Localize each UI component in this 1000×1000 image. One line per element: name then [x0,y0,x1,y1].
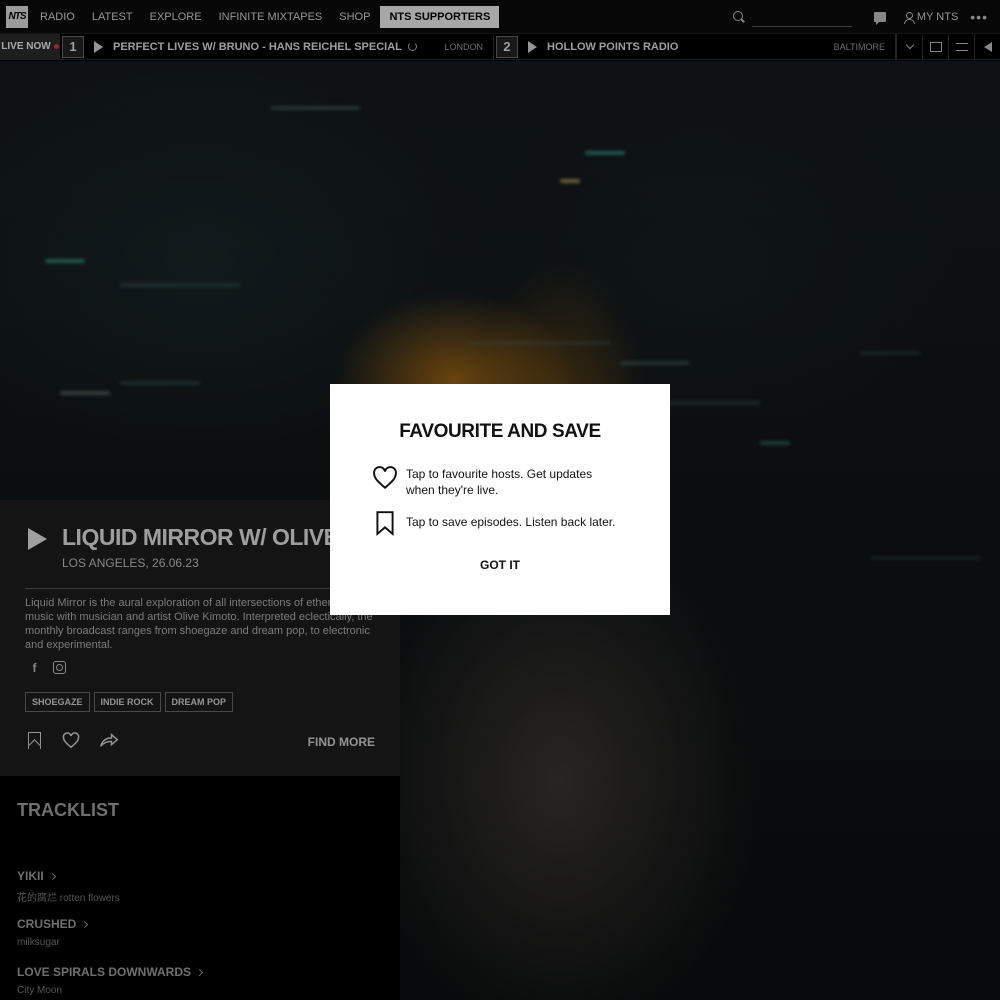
modal-save-row: Tap to save episodes. Listen back later. [372,510,621,536]
got-it-button[interactable]: GOT IT [330,558,670,572]
save-hint-text: Tap to save episodes. Listen back later. [406,515,616,529]
modal-favourite-row: Tap to favourite hosts. Get updates when… [372,466,621,498]
modal-title: FAVOURITE AND SAVE [399,421,601,442]
bookmark-icon [376,511,394,536]
heart-icon [373,466,397,490]
favourite-hint-text: Tap to favourite hosts. Get updates when… [406,467,593,497]
favourite-save-modal: FAVOURITE AND SAVE Tap to favourite host… [330,384,670,615]
